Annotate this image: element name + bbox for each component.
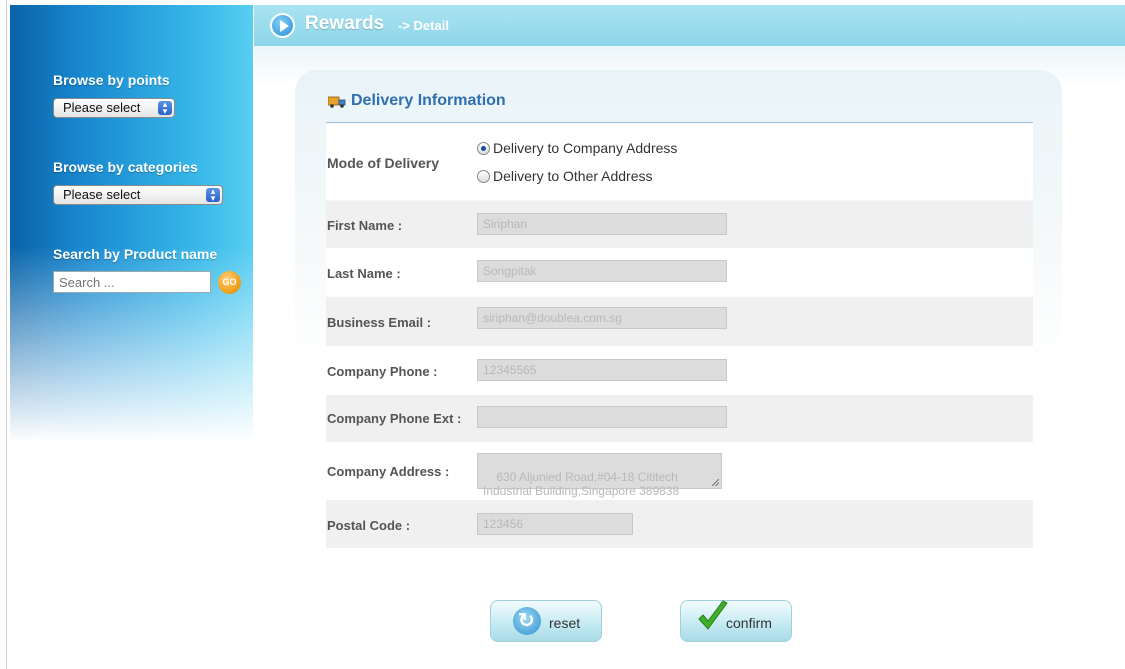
mode-of-delivery-label: Mode of Delivery [327,155,440,171]
business-email-row: Business Email : siriphan@doublea.com.sg [326,297,1033,346]
radio-selected-icon[interactable] [477,142,490,155]
categories-select-value: Please select [63,187,141,202]
company-phone-ext-field[interactable] [477,406,727,428]
select-arrows-icon: ▴ ▾ [206,187,220,203]
postal-code-field[interactable]: 123456 [477,513,633,535]
browse-by-categories-heading: Browse by categories [53,159,198,175]
company-address-field[interactable]: 630 Aljunied Road,#04-18 Cititech Indust… [477,453,722,498]
last-name-field[interactable]: Songpitak [477,260,727,282]
breadcrumb-detail: -> Detail [398,18,449,33]
reset-icon [513,607,541,635]
page-border [6,0,7,669]
company-address-row: Company Address : 630 Aljunied Road,#04-… [326,443,1033,499]
business-email-label: Business Email : [327,315,432,330]
search-input[interactable] [53,271,211,293]
search-by-product-heading: Search by Product name [53,246,218,262]
header-bar: Rewards -> Detail [254,5,1125,46]
reset-button[interactable]: reset [490,600,602,642]
radio-unselected-icon[interactable] [477,170,490,183]
sidebar: Browse by points Please select ▴ ▾ Browse… [10,5,253,443]
confirm-label: confirm [726,615,772,631]
delivery-option-other[interactable]: Delivery to Other Address [477,168,653,184]
company-address-label: Company Address : [327,464,450,479]
delivery-option-other-label: Delivery to Other Address [493,168,653,184]
first-name-row: First Name : Siriphan [326,201,1033,248]
postal-code-label: Postal Code : [327,518,411,533]
company-phone-field[interactable]: 12345565 [477,359,727,381]
select-arrows-icon: ▴ ▾ [158,100,172,116]
mode-of-delivery-row: Mode of Delivery Delivery to Company Add… [326,124,1033,200]
truck-icon [328,96,346,108]
go-button[interactable]: GO [218,271,241,294]
company-phone-ext-row: Company Phone Ext : [326,395,1033,442]
points-select[interactable]: Please select ▴ ▾ [53,98,175,118]
delivery-information-title: Delivery Information [351,92,506,109]
company-phone-label: Company Phone : [327,364,438,379]
browse-by-points-heading: Browse by points [53,72,170,88]
reset-label: reset [549,615,581,631]
first-name-label: First Name : [327,218,403,233]
postal-code-row: Postal Code : 123456 [326,500,1033,548]
last-name-row: Last Name : Songpitak [326,248,1033,296]
title-divider [326,122,1033,123]
categories-select[interactable]: Please select ▴ ▾ [53,185,223,205]
company-phone-ext-label: Company Phone Ext : [327,411,462,426]
points-select-value: Please select [63,100,141,115]
last-name-label: Last Name : [327,266,401,281]
page-title: Rewards [305,13,385,34]
delivery-option-company-label: Delivery to Company Address [493,140,678,156]
play-icon [270,13,295,38]
business-email-field[interactable]: siriphan@doublea.com.sg [477,307,727,329]
first-name-field[interactable]: Siriphan [477,213,727,235]
company-address-value: 630 Aljunied Road,#04-18 Cititech Indust… [483,470,682,498]
delivery-option-company[interactable]: Delivery to Company Address [477,140,677,156]
company-phone-row: Company Phone : 12345565 [326,346,1033,394]
resize-handle-icon[interactable] [712,479,719,486]
confirm-button[interactable]: confirm [680,600,792,642]
